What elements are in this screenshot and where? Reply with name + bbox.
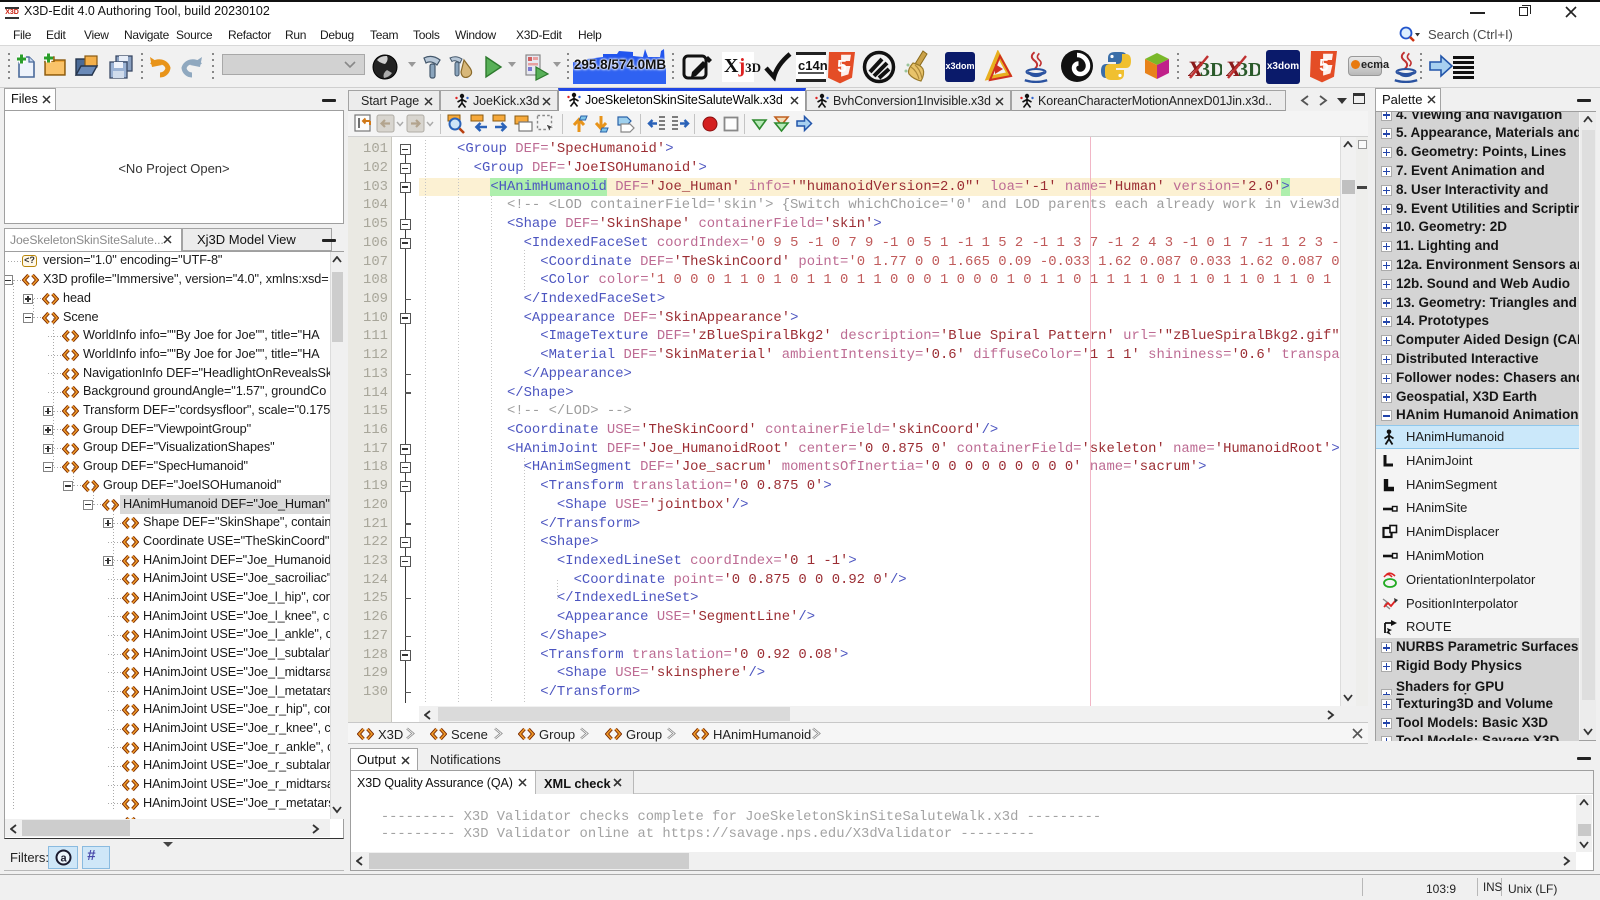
svg-text:a: a <box>60 853 67 865</box>
svg-text:5: 5 <box>1319 55 1329 75</box>
svg-text:5: 5 <box>837 56 847 76</box>
